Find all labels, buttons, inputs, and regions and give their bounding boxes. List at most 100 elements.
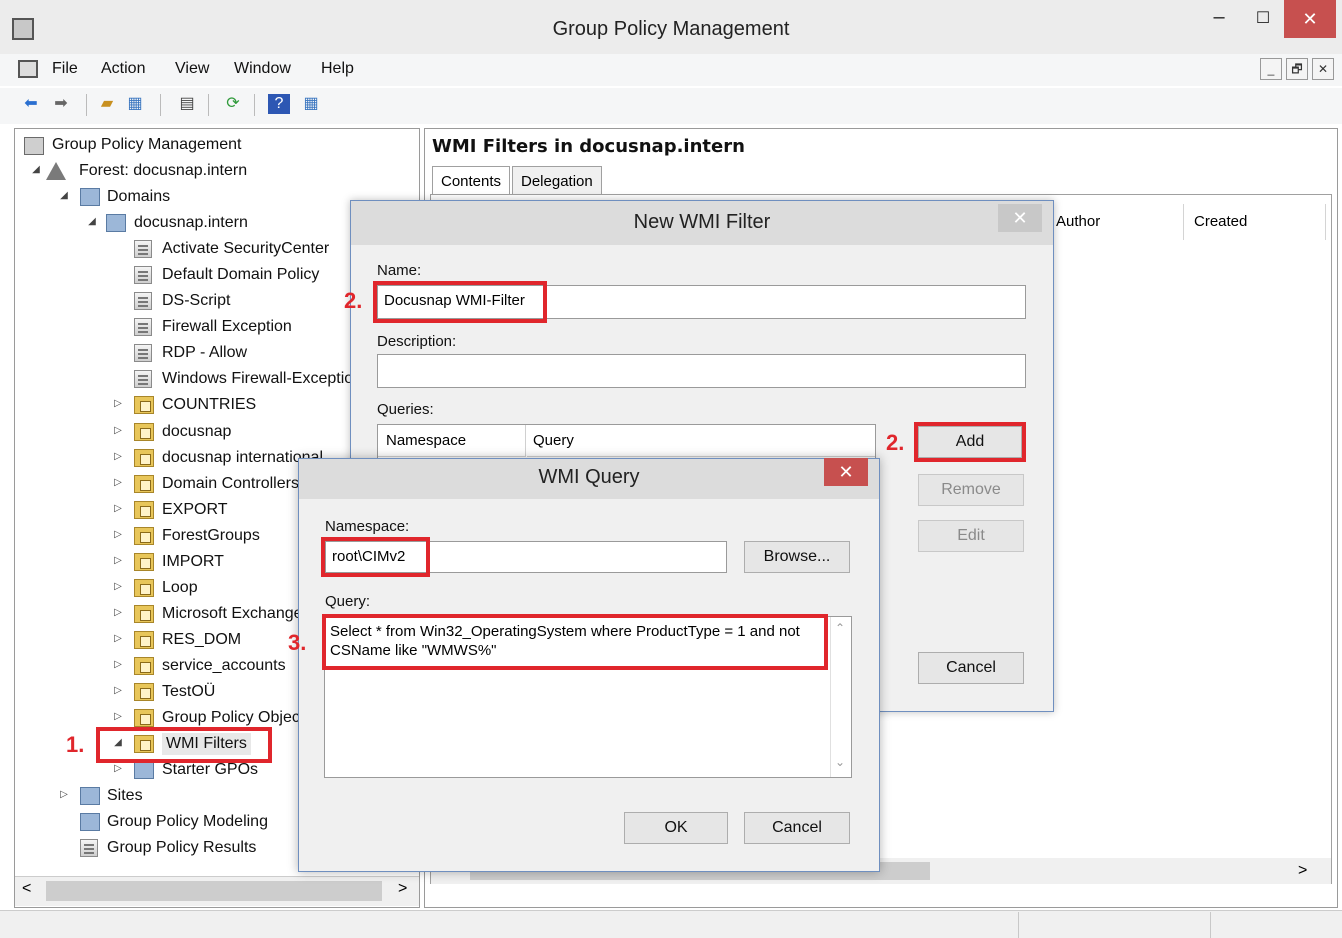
- tree-item-ou[interactable]: Domain Controllers: [162, 473, 299, 495]
- tree-item-gpo[interactable]: Firewall Exception: [162, 316, 292, 338]
- expand-arrow-icon[interactable]: ▷: [112, 555, 124, 566]
- menu-window[interactable]: Window: [234, 60, 291, 78]
- column-namespace[interactable]: Namespace: [378, 425, 526, 457]
- scroll-right-icon[interactable]: >: [1298, 862, 1307, 880]
- tree-item-ou[interactable]: EXPORT: [162, 499, 228, 521]
- ok-button[interactable]: OK: [624, 812, 728, 844]
- expand-arrow-icon[interactable]: ▷: [112, 763, 124, 774]
- tab-contents[interactable]: Contents: [432, 166, 511, 194]
- remove-button[interactable]: Remove: [918, 474, 1024, 506]
- expand-arrow-icon[interactable]: ▷: [112, 633, 124, 644]
- tree-item-domain[interactable]: docusnap.intern: [134, 212, 248, 234]
- gpo-link-icon: [134, 292, 152, 310]
- up-folder-icon[interactable]: ▰: [96, 94, 118, 114]
- expand-arrow-icon[interactable]: ▷: [112, 477, 124, 488]
- help-icon[interactable]: ?: [268, 94, 290, 114]
- scroll-down-icon[interactable]: ⌄: [835, 755, 845, 769]
- column-author[interactable]: Author: [1048, 204, 1184, 240]
- expand-arrow-icon[interactable]: ▷: [112, 451, 124, 462]
- tree-item-gpo[interactable]: RDP - Allow: [162, 342, 247, 364]
- tree-item-forest[interactable]: Forest: docusnap.intern: [79, 160, 247, 182]
- expand-arrow-icon[interactable]: ▷: [112, 529, 124, 540]
- tree-item-sites[interactable]: Sites: [107, 785, 143, 807]
- ou-icon: [134, 396, 154, 414]
- scroll-thumb[interactable]: [46, 881, 382, 901]
- properties-icon[interactable]: ▤: [176, 94, 198, 114]
- tree-item-gpm-root[interactable]: Group Policy Management: [52, 134, 241, 156]
- collapse-arrow-icon[interactable]: ◢: [30, 164, 42, 175]
- query-scrollbar[interactable]: ⌃ ⌄: [830, 617, 851, 777]
- tree-item-ou[interactable]: Microsoft Exchange: [162, 603, 303, 625]
- menu-action[interactable]: Action: [101, 60, 145, 78]
- tree-item-gpo[interactable]: Default Domain Policy: [162, 264, 319, 286]
- expand-arrow-icon[interactable]: ▷: [112, 607, 124, 618]
- tree-item-gpo[interactable]: Activate SecurityCenter: [162, 238, 329, 260]
- scroll-up-icon[interactable]: ⌃: [835, 621, 845, 635]
- ou-icon: [134, 579, 154, 597]
- edit-button[interactable]: Edit: [918, 520, 1024, 552]
- tree-item-ou[interactable]: IMPORT: [162, 551, 224, 573]
- scroll-right-icon[interactable]: >: [398, 880, 407, 898]
- description-field[interactable]: [377, 354, 1026, 388]
- tree-item-ou[interactable]: RES_DOM: [162, 629, 241, 651]
- close-window-button[interactable]: ✕: [1284, 0, 1336, 38]
- tree-item-gpo-container[interactable]: Group Policy Objects: [162, 707, 312, 729]
- mdi-restore-button[interactable]: 🗗: [1286, 58, 1308, 80]
- expand-arrow-icon[interactable]: ▷: [112, 685, 124, 696]
- tree-item-ou[interactable]: service_accounts: [162, 655, 286, 677]
- expand-arrow-icon[interactable]: ▷: [112, 398, 124, 409]
- tree-item-ou[interactable]: ForestGroups: [162, 525, 260, 547]
- highlight-box: [321, 537, 430, 577]
- tree-item-ou[interactable]: COUNTRIES: [162, 394, 256, 416]
- scroll-left-icon[interactable]: <: [22, 880, 31, 898]
- close-icon[interactable]: ✕: [998, 204, 1042, 232]
- menu-view[interactable]: View: [175, 60, 209, 78]
- column-query[interactable]: Query: [527, 425, 875, 457]
- browse-button[interactable]: Browse...: [744, 541, 850, 573]
- show-hide-tree-icon[interactable]: ▦: [124, 94, 146, 114]
- close-icon[interactable]: ✕: [824, 458, 868, 486]
- action-pane-icon[interactable]: ▦: [300, 94, 322, 114]
- tree-item-gpo[interactable]: DS-Script: [162, 290, 230, 312]
- mmc-console-icon[interactable]: [18, 60, 38, 78]
- column-created[interactable]: Created: [1186, 204, 1326, 240]
- menu-help[interactable]: Help: [321, 60, 354, 78]
- mdi-close-button[interactable]: ✕: [1312, 58, 1334, 80]
- menu-file[interactable]: File: [52, 60, 78, 78]
- ou-icon: [134, 449, 154, 467]
- minimize-button[interactable]: –: [1198, 0, 1240, 38]
- tree-item-ou[interactable]: TestOÜ: [162, 681, 215, 703]
- sites-icon: [80, 787, 100, 805]
- expand-arrow-icon[interactable]: ▷: [112, 711, 124, 722]
- ou-icon: [134, 657, 154, 675]
- refresh-icon[interactable]: ⟳: [222, 94, 244, 114]
- maximize-button[interactable]: ☐: [1242, 0, 1284, 38]
- cancel-button[interactable]: Cancel: [744, 812, 850, 844]
- tree-item-domains[interactable]: Domains: [107, 186, 170, 208]
- namespace-label: Namespace:: [325, 518, 410, 535]
- expand-arrow-icon[interactable]: ▷: [112, 503, 124, 514]
- expand-arrow-icon[interactable]: ▷: [112, 659, 124, 670]
- tree-item-results[interactable]: Group Policy Results: [107, 837, 256, 859]
- expand-arrow-icon[interactable]: ▷: [112, 425, 124, 436]
- mdi-minimize-button[interactable]: _: [1260, 58, 1282, 80]
- expand-arrow-icon[interactable]: ▷: [112, 581, 124, 592]
- cancel-button[interactable]: Cancel: [918, 652, 1024, 684]
- expand-arrow-icon[interactable]: ▷: [58, 789, 70, 800]
- queries-label: Queries:: [377, 401, 434, 418]
- gpo-link-icon: [134, 370, 152, 388]
- back-arrow-icon[interactable]: ⬅: [20, 94, 42, 114]
- forward-arrow-icon[interactable]: ➡: [50, 94, 72, 114]
- collapse-arrow-icon[interactable]: ◢: [58, 190, 70, 201]
- tree-item-gpo[interactable]: Windows Firewall-Exception: [162, 368, 362, 390]
- tree-item-ou[interactable]: docusnap: [162, 421, 231, 443]
- app-icon[interactable]: [12, 18, 34, 40]
- description-label: Description:: [377, 333, 457, 350]
- collapse-arrow-icon[interactable]: ◢: [86, 216, 98, 227]
- toolbar: [0, 88, 1342, 124]
- tab-delegation[interactable]: Delegation: [512, 166, 602, 194]
- gpo-link-icon: [134, 266, 152, 284]
- tree-item-ou[interactable]: Loop: [162, 577, 198, 599]
- tree-item-modeling[interactable]: Group Policy Modeling: [107, 811, 268, 833]
- gpo-link-icon: [134, 240, 152, 258]
